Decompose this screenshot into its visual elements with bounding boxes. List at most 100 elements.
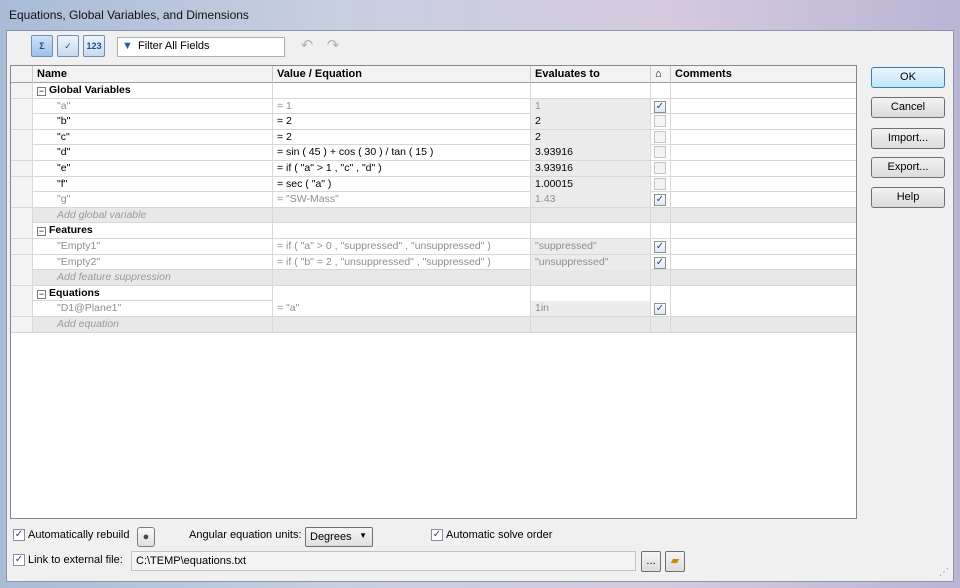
table-row[interactable]: "c" = 22: [11, 129, 856, 146]
table-row[interactable]: "e" = if ( "a" > 1 , "c" , "d" ) 3.93916: [11, 161, 856, 177]
group-header[interactable]: − Features: [33, 223, 273, 239]
group-header[interactable]: − Equations: [33, 285, 273, 301]
ok-button[interactable]: OK: [871, 67, 945, 88]
comments-cell[interactable]: [671, 145, 856, 160]
header-lock-icon[interactable]: ⌂: [651, 66, 671, 83]
row-checkbox[interactable]: [654, 115, 666, 128]
comments-cell[interactable]: [671, 99, 856, 114]
value-equation-cell[interactable]: = if ( "a" > 0 , "suppressed" , "unsuppr…: [273, 239, 531, 254]
header-name[interactable]: Name: [33, 66, 273, 83]
cancel-button[interactable]: Cancel: [871, 97, 945, 118]
group-empty-cell: [531, 83, 651, 98]
value-equation-cell[interactable]: = 2: [273, 114, 531, 130]
comments-cell[interactable]: [671, 114, 856, 129]
row-checkbox[interactable]: ✓: [654, 100, 666, 113]
row-checkbox[interactable]: [654, 130, 666, 143]
row-checkbox[interactable]: [654, 177, 666, 190]
table-row[interactable]: "f" = sec ( "a" ) 1.00015: [11, 176, 856, 193]
table-row[interactable]: "b" = 22: [11, 114, 856, 130]
header-comments[interactable]: Comments: [671, 66, 856, 83]
row-checkbox[interactable]: [654, 162, 666, 174]
rebuild-traffic-light-icon[interactable]: ●: [137, 527, 155, 547]
table-row[interactable]: "Empty2" = if ( "b" = 2 , "unsuppressed" …: [11, 254, 856, 271]
link-file-check[interactable]: ✓: [13, 554, 25, 566]
comments-cell[interactable]: [671, 192, 856, 207]
lock-cell: ✓: [651, 98, 671, 114]
value-equation-cell[interactable]: = if ( "a" > 1 , "c" , "d" ): [273, 161, 531, 176]
table-row[interactable]: "d" = sin ( 45 ) + cos ( 30 ) / tan ( 15 …: [11, 145, 856, 161]
header-evaluates[interactable]: Evaluates to: [531, 66, 651, 83]
resize-grip-icon[interactable]: ⋰: [939, 567, 951, 579]
table-row[interactable]: "a" = 1 1 ✓: [11, 98, 856, 115]
variable-name-cell[interactable]: "a": [33, 98, 273, 114]
undo-icon[interactable]: ↶: [297, 37, 317, 57]
add-row-label[interactable]: Add global variable: [33, 207, 273, 223]
angular-units-select[interactable]: Degrees ▼: [305, 527, 373, 547]
value-equation-cell[interactable]: = 2: [273, 129, 531, 145]
browse-button[interactable]: ...: [641, 551, 661, 572]
group-header[interactable]: − Global Variables: [33, 83, 273, 98]
table-row[interactable]: "Empty1" = if ( "a" > 0 , "suppressed" , …: [11, 239, 856, 255]
comments-cell[interactable]: [671, 161, 856, 176]
ordered-view-button[interactable]: 123: [83, 35, 105, 57]
open-folder-icon[interactable]: ▰: [665, 551, 685, 572]
collapse-icon[interactable]: −: [37, 87, 46, 96]
help-button[interactable]: Help: [871, 187, 945, 208]
add-row-empty-cell: [531, 317, 651, 332]
auto-rebuild-check[interactable]: ✓: [13, 529, 25, 541]
auto-solve-check[interactable]: ✓: [431, 529, 443, 541]
group-row-features[interactable]: − Features: [11, 223, 856, 239]
add-row-label[interactable]: Add feature suppression: [33, 270, 273, 286]
variable-name-cell[interactable]: "e": [33, 161, 273, 176]
auto-rebuild-checkbox[interactable]: ✓ Automatically rebuild: [13, 529, 130, 541]
variable-name-cell[interactable]: "b": [33, 114, 273, 130]
comments-cell[interactable]: [671, 177, 856, 192]
ordered-view-icon: 123: [86, 41, 102, 51]
link-file-checkbox[interactable]: ✓ Link to external file:: [13, 554, 123, 566]
equation-view-button[interactable]: Σ: [31, 35, 53, 57]
comments-cell[interactable]: [671, 130, 856, 145]
row-checkbox[interactable]: ✓: [654, 194, 666, 207]
import-button[interactable]: Import...: [871, 128, 945, 149]
value-equation-cell[interactable]: = sec ( "a" ): [273, 176, 531, 192]
row-checkbox[interactable]: ✓: [654, 303, 666, 316]
redo-icon[interactable]: ↷: [323, 37, 343, 57]
add-row-equations[interactable]: Add equation: [11, 317, 856, 333]
group-row-global[interactable]: − Global Variables: [11, 83, 856, 99]
variable-name-cell[interactable]: "Empty1": [33, 239, 273, 254]
comments-cell[interactable]: [671, 239, 856, 254]
variable-name-cell[interactable]: "c": [33, 129, 273, 145]
chevron-down-icon: ▼: [359, 531, 367, 540]
variable-name-cell[interactable]: "g": [33, 192, 273, 208]
auto-solve-checkbox[interactable]: ✓ Automatic solve order: [431, 529, 552, 541]
filter-input[interactable]: ▼ Filter All Fields: [117, 37, 285, 57]
sketch-equation-view-button[interactable]: ✓: [57, 35, 79, 57]
comments-cell[interactable]: [671, 255, 856, 270]
variable-name-cell[interactable]: "D1@Plane1": [33, 301, 273, 317]
variable-name-cell[interactable]: "d": [33, 145, 273, 161]
group-empty-cell: [671, 223, 856, 239]
value-equation-cell[interactable]: = if ( "b" = 2 , "unsuppressed" , "suppr…: [273, 254, 531, 270]
angular-units-value: Degrees: [310, 531, 352, 543]
header-value[interactable]: Value / Equation: [273, 66, 531, 83]
add-row-features[interactable]: Add feature suppression: [11, 270, 856, 286]
collapse-icon[interactable]: −: [37, 289, 46, 299]
value-equation-cell[interactable]: = 1: [273, 98, 531, 114]
row-checkbox[interactable]: ✓: [654, 256, 666, 269]
external-file-path[interactable]: C:\TEMP\equations.txt: [131, 551, 636, 571]
variable-name-cell[interactable]: "f": [33, 176, 273, 192]
table-row[interactable]: "D1@Plane1" = "a" 1in ✓: [11, 301, 856, 317]
add-row-label[interactable]: Add equation: [33, 317, 273, 332]
value-equation-cell[interactable]: = "a": [273, 301, 531, 317]
export-button[interactable]: Export...: [871, 157, 945, 178]
comments-cell[interactable]: [671, 301, 856, 316]
add-row-global[interactable]: Add global variable: [11, 207, 856, 224]
collapse-icon[interactable]: −: [37, 227, 46, 237]
row-checkbox[interactable]: ✓: [654, 241, 666, 253]
value-equation-cell[interactable]: = "SW-Mass": [273, 192, 531, 208]
value-equation-cell[interactable]: = sin ( 45 ) + cos ( 30 ) / tan ( 15 ): [273, 145, 531, 161]
group-row-equations[interactable]: − Equations: [11, 285, 856, 302]
table-row[interactable]: "g" = "SW-Mass" 1.43 ✓: [11, 192, 856, 208]
variable-name-cell[interactable]: "Empty2": [33, 254, 273, 270]
row-checkbox[interactable]: [654, 146, 666, 159]
